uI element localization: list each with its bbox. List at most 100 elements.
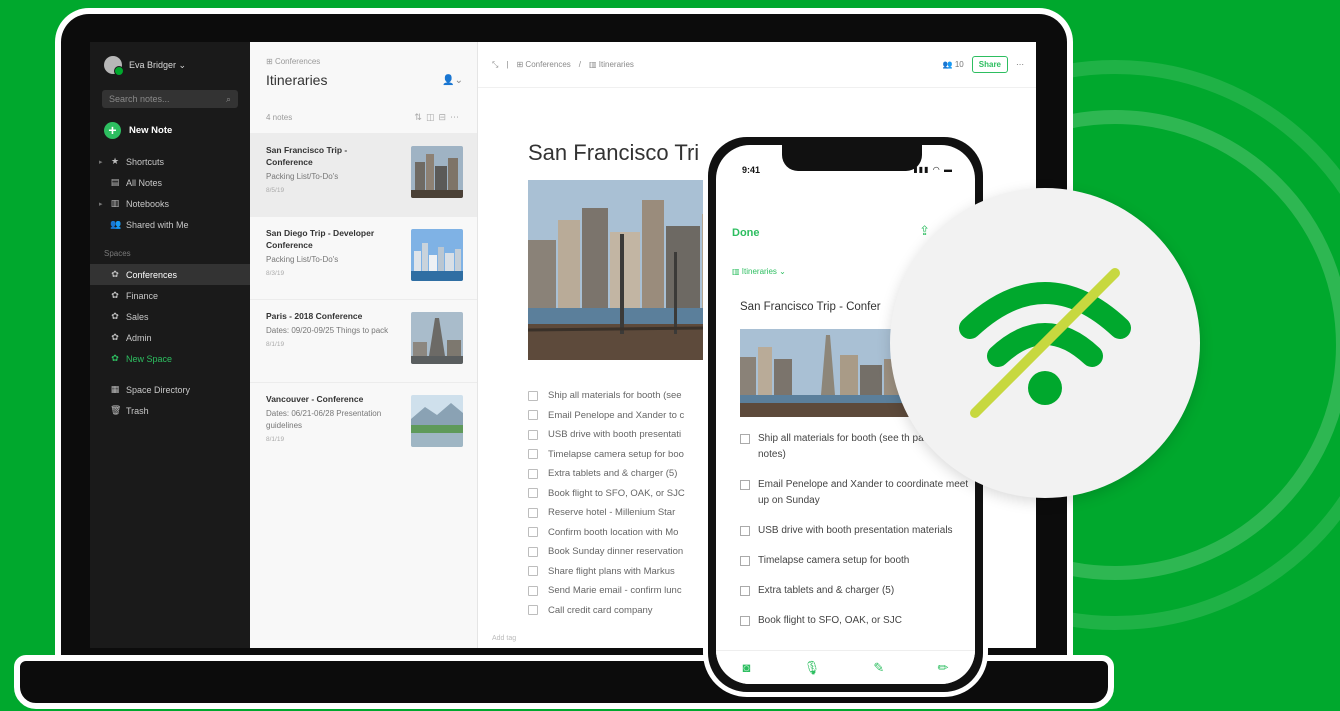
checkbox[interactable] [740,556,750,566]
checkbox[interactable] [740,586,750,596]
checkbox[interactable] [528,546,538,557]
sidebar-item-label: All Notes [126,177,163,188]
microphone-icon[interactable]: 🎙 [804,660,821,676]
phone-notch [782,145,922,171]
sidebar-item-label: Space Directory [126,384,191,395]
checklist-item[interactable]: Extra tablets and & charger (5) [740,583,970,599]
sidebar-item-label: Finance [126,290,159,301]
checkbox[interactable] [528,507,538,518]
space-icon: ✿ [111,332,119,342]
notelist-breadcrumb[interactable]: ⊞ Conferences [250,42,477,66]
note-date: 8/3/19 [266,270,285,277]
more-icon[interactable]: ⋯ [1016,60,1024,69]
camera-icon[interactable]: ◙ [743,660,751,675]
checklist-item[interactable]: Book flight to SFO, OAK, or SJC [740,613,970,629]
share-people-icon[interactable]: 👤⌄ [442,75,463,86]
checkbox[interactable] [528,488,538,499]
phone-note-title[interactable]: San Francisco Trip - Confer [740,301,881,313]
wifi-off-icon [959,268,1131,418]
note-thumbnail [411,395,463,447]
note-snippet: Dates: 09/20-09/25 Things to pack [266,326,389,335]
notebook-icon: ▥ [110,198,120,208]
sidebar-item-notebooks[interactable]: ▸ ▥ Notebooks [90,193,250,214]
checkbox[interactable] [528,429,538,440]
done-button[interactable]: Done [732,227,760,239]
note-title[interactable]: San Francisco Tri [528,140,699,166]
checkbox[interactable] [528,527,538,538]
checklist-item[interactable]: USB drive with booth presentati [528,425,685,445]
expand-icon[interactable]: ⤡ [492,60,498,70]
note-title: San Diego Trip - Developer Conference [266,228,375,250]
note-title: San Francisco Trip - Conference [266,145,348,167]
sidebar-item-sales[interactable]: ✿ Sales [90,306,250,327]
breadcrumb-space[interactable]: ⊞ Conferences [516,60,570,69]
search-icon: ⌕ [225,93,231,104]
checkbox[interactable] [528,566,538,577]
note-card-san-francisco[interactable]: San Francisco Trip - Conference Packing … [250,133,477,216]
checklist-item[interactable]: USB drive with booth presentation materi… [740,523,970,539]
sidebar-item-all-notes[interactable]: ▤ All Notes [90,172,250,193]
checklist-item[interactable]: Send Marie email - confirm lunc [528,581,685,601]
checklist-item[interactable]: Timelapse camera setup for booth [740,553,970,569]
checklist-item[interactable]: Ship all materials for booth (see [528,386,685,406]
checklist-item[interactable]: Share flight plans with Markus [528,562,685,582]
avatar [104,56,124,76]
checklist-item[interactable]: Extra tablets and & charger (5) [528,464,685,484]
offline-badge [890,188,1200,498]
note-thumbnail [411,229,463,281]
checkbox[interactable] [740,434,750,444]
sidebar-item-label: Admin [126,332,152,343]
note-card-vancouver[interactable]: Vancouver - Conference Dates: 06/21-06/2… [250,382,477,465]
phone-time: 9:41 [742,165,761,175]
account-name: Eva Bridger ⌄ [129,59,187,70]
sidebar-item-finance[interactable]: ✿ Finance [90,285,250,306]
share-button[interactable]: Share [971,56,1008,73]
sidebar-item-space-directory[interactable]: ▦ Space Directory [90,379,250,400]
account-switcher[interactable]: Eva Bridger ⌄ [90,42,250,84]
search-input[interactable]: Search notes... ⌕ [102,90,238,108]
checklist-item[interactable]: Confirm booth location with Mo [528,523,685,543]
checklist-item[interactable]: Book Sunday dinner reservation [528,542,685,562]
checkbox[interactable] [528,468,538,479]
space-icon: ✿ [111,290,119,300]
note-card-paris[interactable]: Paris - 2018 Conference Dates: 09/20-09/… [250,299,477,382]
notes-icon: ▤ [110,177,120,187]
checklist-item[interactable]: Reserve hotel - Millenium Star [528,503,685,523]
signal-battery-icon: ▮▮▮ ◠ ▬ [913,165,953,174]
sidebar-item-new-space[interactable]: ✿ New Space [90,348,250,369]
breadcrumb: ⤡ | ⊞ Conferences / ▥ Itineraries [492,59,634,70]
sidebar-item-shortcuts[interactable]: ▸ ★ Shortcuts [90,151,250,172]
sketch-icon[interactable]: ✎ [873,660,884,676]
sidebar-item-label: Conferences [126,269,178,280]
note-count: 4 notes [266,113,293,122]
checkbox[interactable] [528,449,538,460]
checklist-item[interactable]: Call credit card company [528,601,685,621]
checkbox[interactable] [528,390,538,401]
checkbox[interactable] [740,480,750,490]
notelist-tools[interactable]: ⇅◫⊟⋯ [414,112,463,123]
checkbox[interactable] [740,616,750,626]
new-note-button[interactable]: + New Note [90,116,250,151]
checklist-item[interactable]: Email Penelope and Xander to c [528,406,685,426]
sidebar-item-conferences[interactable]: ✿ Conferences [90,264,250,285]
checkbox[interactable] [528,585,538,596]
tag-input[interactable]: Add tag [492,635,516,642]
sidebar-item-shared[interactable]: 👥 Shared with Me [90,214,250,235]
checkbox[interactable] [528,605,538,616]
note-card-san-diego[interactable]: San Diego Trip - Developer Conference Pa… [250,216,477,299]
members-count[interactable]: 👥 10 [943,60,964,69]
sidebar-item-label: Notebooks [126,198,170,209]
checklist-item[interactable]: Timelapse camera setup for boo [528,445,685,465]
checkbox[interactable] [740,526,750,536]
phone-breadcrumb[interactable]: ▥ Itineraries ⌄ [732,267,786,276]
checkbox[interactable] [528,410,538,421]
checklist-item[interactable]: Book flight to SFO, OAK, or SJC [528,484,685,504]
people-icon: 👥 [942,60,953,69]
sidebar-item-admin[interactable]: ✿ Admin [90,327,250,348]
sidebar-item-trash[interactable]: 🗑 Trash [90,400,250,421]
phone-toolbar: ◙ 🎙 ✎ ✏ [716,650,975,684]
breadcrumb-notebook[interactable]: ▥ Itineraries [589,60,634,69]
pencil-icon[interactable]: ✏ [937,660,948,676]
notelist-title: Itineraries [266,72,328,88]
note-thumbnail [411,146,463,198]
